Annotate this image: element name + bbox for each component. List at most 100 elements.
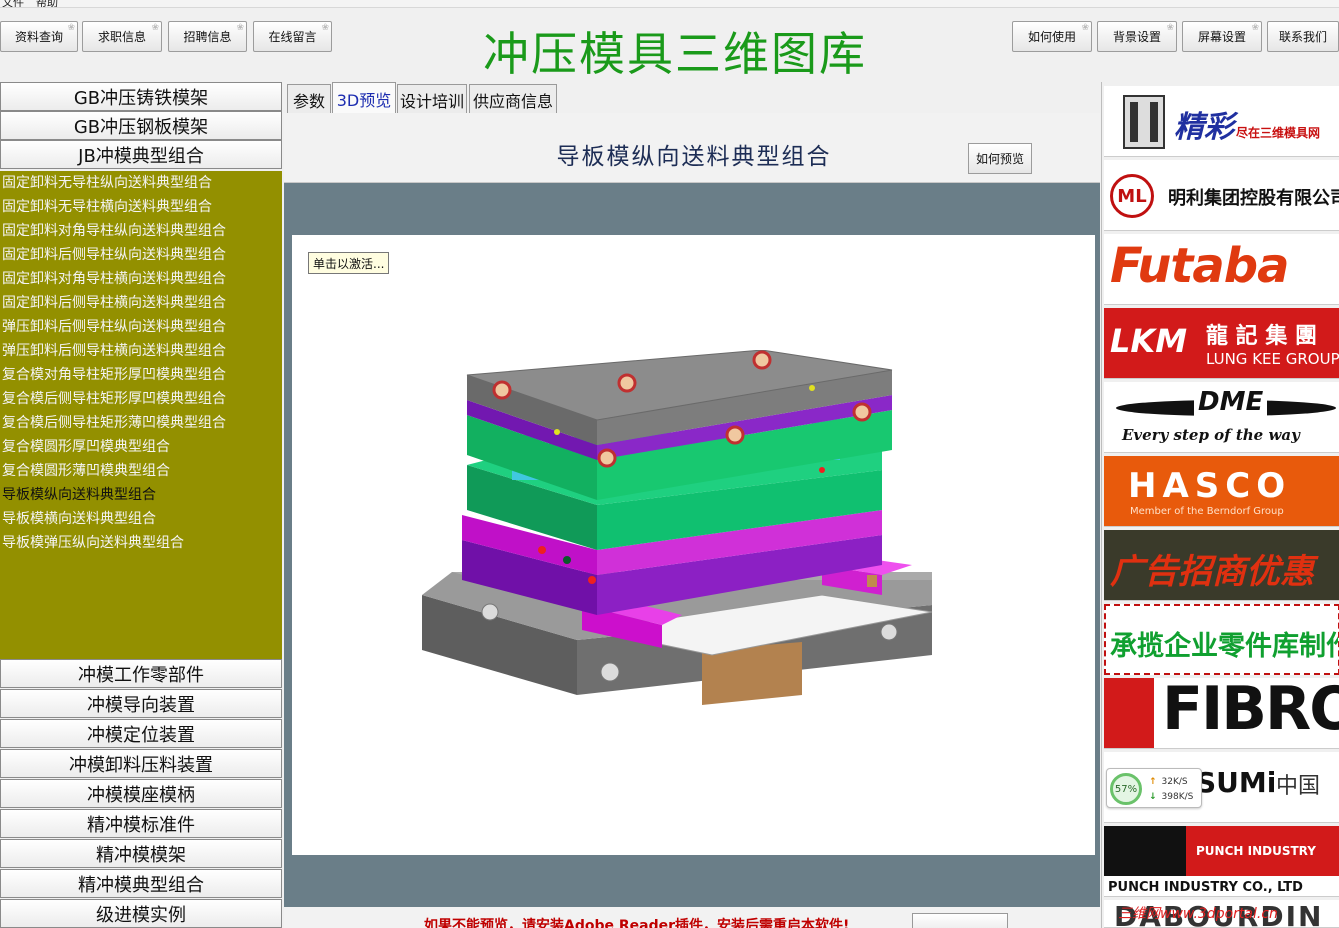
- tab-parameters[interactable]: 参数: [287, 84, 331, 114]
- mingli-logo-icon: ML: [1110, 174, 1154, 218]
- subitem-1[interactable]: 固定卸料无导柱横向送料典型组合: [2, 195, 280, 219]
- background-settings-button[interactable]: 背景设置 ❀: [1097, 21, 1177, 52]
- ad-mingli-group[interactable]: ML 明利集团控股有限公司: [1104, 160, 1339, 231]
- subitem-9[interactable]: 复合模后侧导柱矩形厚凹模典型组合: [2, 387, 280, 411]
- subitem-11[interactable]: 复合模圆形厚凹模典型组合: [2, 435, 280, 459]
- data-query-button[interactable]: 资料查询 ❀: [0, 21, 78, 52]
- tab-3d-preview[interactable]: 3D预览: [332, 82, 396, 114]
- ad-lkm-lung-kee[interactable]: LKM 龍 記 集 團 LUNG KEE GROUP: [1104, 308, 1339, 379]
- online-message-label: 在线留言: [268, 30, 317, 44]
- menu-bar: 文件 帮助: [0, 0, 1339, 8]
- category-fine-blanking-standard-parts[interactable]: 精冲模标准件: [0, 809, 282, 838]
- hasco-logo-icon: HASCO: [1128, 466, 1292, 506]
- tab-design-training[interactable]: 设计培训: [397, 84, 467, 114]
- ad-hasco-sub: Member of the Berndorf Group: [1130, 506, 1284, 517]
- subitem-13-selected[interactable]: 导板模纵向送料典型组合: [2, 483, 280, 507]
- subitem-12[interactable]: 复合模圆形薄凹模典型组合: [2, 459, 280, 483]
- job-seeking-label: 求职信息: [97, 30, 146, 44]
- 3d-viewer[interactable]: 单击以激活...: [292, 235, 1095, 855]
- install-plugin-button[interactable]: [912, 913, 1008, 928]
- subitem-2[interactable]: 固定卸料对角导柱纵向送料典型组合: [2, 219, 280, 243]
- misumi-logo-icon: SUMi: [1196, 766, 1277, 799]
- subitem-5[interactable]: 固定卸料后侧导柱横向送料典型组合: [2, 291, 280, 315]
- tab-supplier-info[interactable]: 供应商信息: [469, 84, 557, 114]
- ad-punch-logo-text: PUNCH INDUSTRY: [1196, 844, 1316, 858]
- ad-punch-company: PUNCH INDUSTRY CO., LTD: [1108, 880, 1303, 895]
- corner-swirl-icon: ❀: [1081, 23, 1089, 33]
- upload-speed: 32K/S: [1149, 777, 1188, 787]
- category-jb-typical-combination[interactable]: JB冲模典型组合: [0, 140, 282, 169]
- category-die-guide-device[interactable]: 冲模导向装置: [0, 689, 282, 718]
- online-message-button[interactable]: 在线留言 ❀: [253, 21, 332, 52]
- subitem-list: 固定卸料无导柱纵向送料典型组合 固定卸料无导柱横向送料典型组合 固定卸料对角导柱…: [0, 171, 282, 659]
- screen-settings-label: 屏幕设置: [1197, 30, 1246, 44]
- category-sidebar: GB冲压铸铁模架 GB冲压钢板模架 JB冲模典型组合 固定卸料无导柱纵向送料典型…: [0, 82, 283, 928]
- preview-pane: 导板模纵向送料典型组合 如何预览 单击以激活... 如果不能预览，请安装Adob…: [284, 113, 1100, 928]
- category-die-positioning-device[interactable]: 冲模定位装置: [0, 719, 282, 748]
- subitem-8[interactable]: 复合模对角导柱矩形厚凹模典型组合: [2, 363, 280, 387]
- category-fine-blanking-typical[interactable]: 精冲模典型组合: [0, 869, 282, 898]
- tab-bar: 参数 3D预览 设计培训 供应商信息: [284, 82, 1100, 114]
- category-die-working-parts[interactable]: 冲模工作零部件: [0, 659, 282, 688]
- recruitment-label: 招聘信息: [183, 30, 232, 44]
- ad-mingli-text: 明利集团控股有限公司: [1168, 188, 1339, 209]
- corner-swirl-icon: ❀: [151, 23, 159, 33]
- cpu-usage-ring: 57%: [1110, 773, 1142, 805]
- ad-lkm-en: LUNG KEE GROUP: [1206, 350, 1339, 368]
- recruitment-button[interactable]: 招聘信息 ❀: [168, 21, 247, 52]
- adobe-reader-warning: 如果不能预览，请安装Adobe Reader插件，安装后需重启本软件!: [424, 918, 850, 928]
- ad-jingcai-sub: 尽在三维模具网: [1236, 126, 1321, 140]
- ad-3d-mould-net[interactable]: 精彩 尽在三维模具网: [1104, 86, 1339, 157]
- ad-misumi-cn: 中国: [1276, 774, 1321, 799]
- category-progressive-die-examples[interactable]: 级进模实例: [0, 899, 282, 928]
- category-gb-steel-die-set[interactable]: GB冲压钢板模架: [0, 111, 282, 140]
- category-die-base-shank[interactable]: 冲模模座模柄: [0, 779, 282, 808]
- how-to-preview-button[interactable]: 如何预览: [968, 143, 1032, 174]
- download-speed: 398K/S: [1149, 792, 1194, 802]
- screen-settings-button[interactable]: 屏幕设置 ❀: [1182, 21, 1262, 52]
- menu-file[interactable]: 文件: [2, 0, 24, 7]
- contact-us-label: 联系我们: [1278, 30, 1327, 44]
- punch-fist-icon: [1104, 826, 1186, 876]
- ad-parts-library-service[interactable]: 承揽企业零件库制作: [1104, 604, 1339, 675]
- subitem-14[interactable]: 导板模横向送料典型组合: [2, 507, 280, 531]
- category-fine-blanking-die-set[interactable]: 精冲模模架: [0, 839, 282, 868]
- subitem-3[interactable]: 固定卸料后侧导柱纵向送料典型组合: [2, 243, 280, 267]
- corner-swirl-icon: ❀: [236, 23, 244, 33]
- activate-button[interactable]: 单击以激活...: [308, 252, 390, 274]
- die-assembly-3d-model: [422, 350, 933, 705]
- menu-help[interactable]: 帮助: [36, 0, 58, 7]
- subitem-10[interactable]: 复合模后侧导柱矩形薄凹模典型组合: [2, 411, 280, 435]
- subitem-6[interactable]: 弹压卸料后侧导柱纵向送料典型组合: [2, 315, 280, 339]
- subitem-15[interactable]: 导板模弹压纵向送料典型组合: [2, 531, 280, 555]
- ad-fibro[interactable]: FIBRO: [1104, 678, 1339, 749]
- fibro-logo-icon: [1104, 678, 1154, 748]
- corner-swirl-icon: ❀: [1166, 23, 1174, 33]
- dme-logo-icon: DME: [1194, 387, 1268, 417]
- ad-fibro-text: FIBRO: [1162, 678, 1339, 744]
- ad-advertising-discount[interactable]: 广告招商优惠: [1104, 530, 1339, 601]
- network-speed-widget[interactable]: 57% 32K/S 398K/S: [1106, 768, 1202, 808]
- ad-hasco[interactable]: HASCO Member of the Berndorf Group: [1104, 456, 1339, 527]
- ad-jingcai-main: 精彩: [1174, 110, 1234, 145]
- bottom-notice-strip: 如果不能预览，请安装Adobe Reader插件，安装后需重启本软件!: [284, 907, 1100, 928]
- category-die-stripping-device[interactable]: 冲模卸料压料装置: [0, 749, 282, 778]
- job-seeking-button[interactable]: 求职信息 ❀: [82, 21, 162, 52]
- corner-swirl-icon: ❀: [67, 23, 75, 33]
- site-watermark: 三维网www.3dportal.cn: [1118, 906, 1278, 922]
- corner-swirl-icon: ❀: [1251, 23, 1259, 33]
- preview-header: 导板模纵向送料典型组合 如何预览: [284, 113, 1100, 183]
- ad-futaba[interactable]: Futaba: [1104, 234, 1339, 305]
- contact-us-button[interactable]: 联系我们: [1267, 21, 1339, 52]
- background-settings-label: 背景设置: [1112, 30, 1161, 44]
- how-to-use-button[interactable]: 如何使用 ❀: [1012, 21, 1092, 52]
- ad-lkm-cn: 龍 記 集 團: [1206, 324, 1317, 349]
- data-query-label: 资料查询: [14, 30, 63, 44]
- ad-chenglan-text: 承揽企业零件库制作: [1110, 631, 1339, 662]
- subitem-0[interactable]: 固定卸料无导柱纵向送料典型组合: [2, 171, 280, 195]
- subitem-7[interactable]: 弹压卸料后侧导柱横向送料典型组合: [2, 339, 280, 363]
- ad-punch-industry[interactable]: PUNCH INDUSTRY PUNCH INDUSTRY CO., LTD: [1104, 826, 1339, 897]
- category-gb-cast-iron-die-set[interactable]: GB冲压铸铁模架: [0, 82, 282, 111]
- subitem-4[interactable]: 固定卸料对角导柱横向送料典型组合: [2, 267, 280, 291]
- ad-dme[interactable]: DME Every step of the way: [1104, 382, 1339, 453]
